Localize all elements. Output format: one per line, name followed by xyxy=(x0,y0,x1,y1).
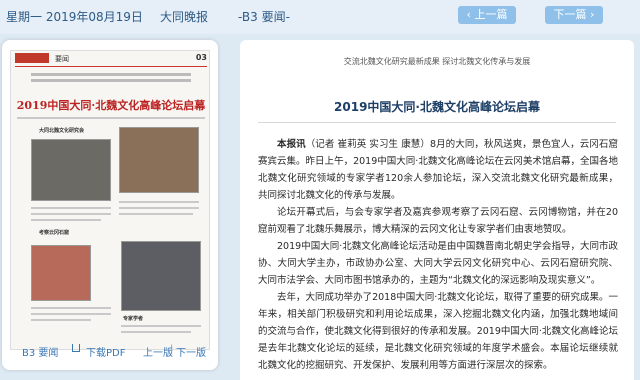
thumb-section: 要闻 xyxy=(55,55,69,63)
download-pdf-link[interactable]: 下载PDF xyxy=(86,344,125,359)
newspaper-name: 大同晚报 xyxy=(160,10,209,24)
thumb-text xyxy=(119,207,199,209)
thumb-masthead: 要闻 03 xyxy=(15,53,207,67)
thumb-text xyxy=(31,307,111,309)
footer-separator: | xyxy=(170,344,174,355)
next-article-button[interactable]: 下一篇 › xyxy=(545,6,603,24)
next-article-label: 下一篇 xyxy=(553,8,587,21)
page-link[interactable]: B3 要闻 xyxy=(22,344,58,359)
thumb-text xyxy=(31,213,111,215)
prev-article-button[interactable]: ‹ 上一篇 xyxy=(458,6,516,24)
lead-label: 本报讯 xyxy=(277,139,306,150)
thumb-text xyxy=(31,319,91,321)
thumb-caption: 考察云冈石窟 xyxy=(39,230,70,236)
page-thumbnail-panel: 要闻 03 2019中国大同·北魏文化高峰论坛启幕 大同北魏文化研究会 考察云冈… xyxy=(2,40,218,370)
thumb-caption: 大同北魏文化研究会 xyxy=(39,128,85,134)
article-panel: 交流北魏文化研究最新成果 探讨北魏文化传承与发展 2019中国大同·北魏文化高峰… xyxy=(240,40,634,380)
thumb-text xyxy=(31,207,111,209)
article-subtitle: 交流北魏文化研究最新成果 探讨北魏文化传承与发展 xyxy=(343,57,531,66)
thumb-text xyxy=(31,219,101,221)
thumb-caption: 专家学者 xyxy=(123,316,144,322)
prev-page-link[interactable]: 上一版 xyxy=(143,344,173,359)
thumb-text xyxy=(119,201,199,203)
next-page-link[interactable]: 下一版 xyxy=(176,344,206,359)
thumb-photo xyxy=(119,127,199,193)
thumb-photo xyxy=(31,139,111,201)
title-divider xyxy=(258,122,616,123)
thumb-text xyxy=(119,213,193,215)
article-paragraph: 2019中国大同·北魏文化高峰论坛活动是由中国魏晋南北朝史学会指导，大同市政协、… xyxy=(258,241,618,286)
thumb-rule xyxy=(17,117,205,119)
thumb-text xyxy=(121,331,191,333)
article-paragraph: 本报讯（记者 崔莉英 实习生 康慧）8月的大同，秋风送爽，景色宜人，云冈石窟赛宾… xyxy=(258,136,618,204)
thumb-subline xyxy=(31,79,191,82)
article-paragraph: 论坛开幕式后，与会专家学者及嘉宾参观考察了云冈石窟、云冈博物馆，并在20窟前观看… xyxy=(258,207,618,235)
reporter-credit: （记者 崔莉英 实习生 康慧） xyxy=(305,139,430,150)
thumb-headline: 2019中国大同·北魏文化高峰论坛启幕 xyxy=(16,99,206,112)
newspaper-page-thumbnail[interactable]: 要闻 03 2019中国大同·北魏文化高峰论坛启幕 大同北魏文化研究会 考察云冈… xyxy=(10,50,210,350)
prev-article-label: 上一篇 xyxy=(474,8,508,21)
article-body: 本报讯（记者 崔莉英 实习生 康慧）8月的大同，秋风送爽，景色宜人，云冈石窟赛宾… xyxy=(258,136,618,374)
download-icon xyxy=(72,344,80,352)
thumb-photo xyxy=(31,245,91,301)
article-paragraph: 去年，大同成功举办了2018中国大同·北魏文化论坛，取得了重要的研究成果。一年来… xyxy=(258,292,618,371)
thumb-page-number: 03 xyxy=(195,53,207,62)
thumb-photo xyxy=(121,241,201,311)
newspaper-logo xyxy=(15,53,49,63)
page-label: -B3 要闻- xyxy=(238,10,290,24)
top-bar: 星期一 2019年08月19日 大同晚报 -B3 要闻- ‹ 上一篇 下一篇 › xyxy=(0,0,640,34)
article-title: 2019中国大同·北魏文化高峰论坛启幕 xyxy=(334,100,540,114)
thumb-text xyxy=(121,325,201,327)
thumbnail-footer: B3 要闻 下载PDF 上一版 | 下一版 xyxy=(2,340,218,360)
thumb-text xyxy=(31,313,111,315)
chevron-right-icon: › xyxy=(586,8,595,21)
issue-date: 星期一 2019年08月19日 xyxy=(6,10,143,24)
thumb-subline xyxy=(31,73,191,76)
